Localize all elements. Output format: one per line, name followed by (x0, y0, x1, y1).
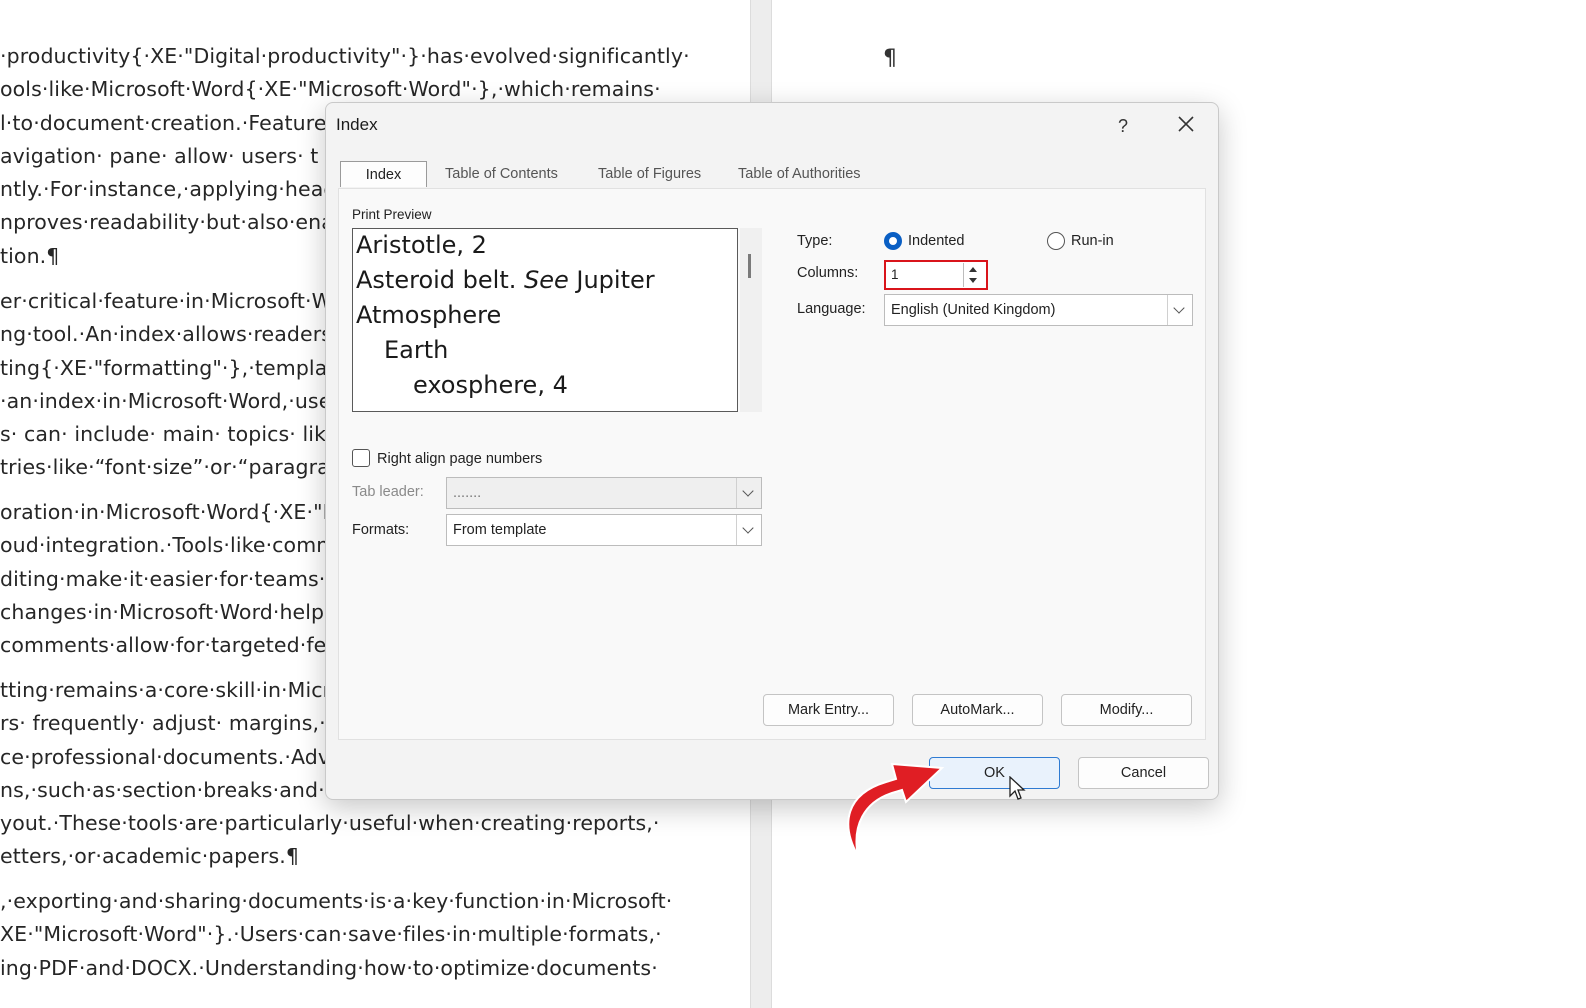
print-preview-box: Aristotle, 2 Asteroid belt. See Jupiter … (352, 228, 738, 412)
tab-table-of-authorities[interactable]: Table of Authorities (738, 161, 861, 187)
tab-table-of-figures[interactable]: Table of Figures (598, 161, 701, 187)
doc-line: nproves·readability·but·also·enab (0, 210, 348, 234)
tab-leader-label: Tab leader: (352, 484, 424, 500)
doc-line: ools·like·Microsoft·Word{·XE·"Microsoft·… (0, 77, 661, 101)
chevron-down-icon[interactable] (1167, 295, 1192, 325)
tab-index[interactable]: Index (340, 161, 427, 187)
doc-line: tries·like·“font·size”·or·“paragraph (0, 455, 356, 479)
formats-value: From template (453, 522, 547, 538)
preview-text: Jupiter (568, 266, 655, 294)
doc-line: oration·in·Microsoft·Word{·XE·"M (0, 500, 341, 524)
columns-value[interactable]: 1 (891, 267, 899, 282)
preview-see: See (524, 266, 569, 294)
doc-line: s· can· include· main· topics· like (0, 422, 339, 446)
formats-label: Formats: (352, 522, 410, 538)
formats-select[interactable]: From template (446, 514, 762, 546)
tab-table-of-contents[interactable]: Table of Contents (445, 161, 558, 187)
doc-line: avigation· pane· allow· users· t (0, 144, 319, 168)
scrollbar-thumb[interactable] (748, 254, 751, 278)
doc-line: ·productivity{·XE·"Digital·productivity"… (0, 44, 690, 68)
doc-line: ng·tool.·An·index·allows·readers (0, 322, 333, 346)
doc-line: XE·"Microsoft·Word"·}.·Users·can·save·fi… (0, 922, 662, 946)
cancel-button[interactable]: Cancel (1078, 757, 1209, 789)
language-label: Language: (797, 301, 866, 317)
language-value: English (United Kingdom) (891, 302, 1056, 318)
doc-line: comments·allow·for·targeted·feed (0, 633, 353, 657)
indented-label[interactable]: Indented (908, 233, 964, 249)
doc-line: rs· frequently· adjust· margins,· li (0, 711, 344, 735)
doc-line: ns,·such·as·section·breaks·and·c (0, 778, 337, 802)
preview-line: Atmosphere (356, 301, 502, 329)
doc-line: ·an·index·in·Microsoft·Word,·user (0, 389, 340, 413)
indented-radio[interactable] (884, 232, 902, 250)
preview-text: Asteroid belt. (356, 266, 524, 294)
spin-down-icon[interactable] (969, 278, 977, 283)
paragraph-mark: ¶ (883, 46, 897, 71)
mouse-cursor-icon (1009, 776, 1026, 800)
doc-line: yout.·These·tools·are·particularly·usefu… (0, 811, 660, 835)
run-in-label[interactable]: Run-in (1071, 233, 1114, 249)
doc-line: ce·professional·documents.·Adva (0, 745, 343, 769)
close-icon (1178, 116, 1194, 132)
doc-line: er·critical·feature·in·Microsoft·W (0, 289, 332, 313)
chevron-down-icon[interactable] (736, 478, 761, 508)
doc-line: etters,·or·academic·papers.¶ (0, 844, 300, 868)
preview-line: Aristotle, 2 (356, 231, 487, 259)
print-preview-label: Print Preview (352, 207, 432, 222)
doc-line: changes·in·Microsoft·Word·helps (0, 600, 335, 624)
mark-entry-button[interactable]: Mark Entry... (763, 694, 894, 726)
ok-button[interactable]: OK (929, 757, 1060, 789)
language-select[interactable]: English (United Kingdom) (884, 294, 1193, 326)
preview-line: Earth (384, 336, 449, 364)
tab-leader-select[interactable]: ....... (446, 477, 762, 509)
preview-line: exosphere, 4 (413, 371, 568, 399)
type-label: Type: (797, 233, 833, 249)
spin-up-icon[interactable] (969, 267, 977, 272)
dialog-title: Index (336, 115, 378, 134)
right-align-checkbox[interactable] (352, 449, 370, 467)
columns-spin-buttons[interactable] (963, 263, 984, 287)
preview-line: Asteroid belt. See Jupiter (356, 266, 655, 294)
doc-line: ntly.·For·instance,·applying·headi (0, 177, 343, 201)
right-align-label[interactable]: Right align page numbers (377, 451, 542, 467)
preview-scrollbar[interactable] (740, 228, 762, 412)
columns-label: Columns: (797, 265, 859, 281)
close-button[interactable] (1171, 109, 1201, 139)
columns-stepper[interactable]: 1 (884, 260, 988, 290)
automark-button[interactable]: AutoMark... (912, 694, 1043, 726)
help-button[interactable]: ? (1108, 111, 1138, 141)
doc-line: ,·exporting·and·sharing·documents·is·a·k… (0, 889, 673, 913)
run-in-radio[interactable] (1047, 232, 1065, 250)
modify-button[interactable]: Modify... (1061, 694, 1192, 726)
chevron-down-icon[interactable] (736, 515, 761, 545)
doc-line: oud·integration.·Tools·like·comm (0, 533, 337, 557)
doc-line: ing·PDF·and·DOCX.·Understanding·how·to·o… (0, 956, 658, 980)
doc-line: diting·make·it·easier·for·teams· (0, 567, 326, 591)
doc-line: ting{·XE·"formatting"·},·templates (0, 356, 360, 380)
index-dialog: Index ? Index Table of Contents Table of… (325, 102, 1219, 800)
doc-line: l·to·document·creation.·Features (0, 111, 338, 135)
doc-line: tting·remains·a·core·skill·in·Micro (0, 678, 344, 702)
annotation-arrow-icon (847, 762, 945, 857)
tab-leader-value: ....... (453, 485, 482, 501)
doc-line: tion.¶ (0, 244, 60, 268)
